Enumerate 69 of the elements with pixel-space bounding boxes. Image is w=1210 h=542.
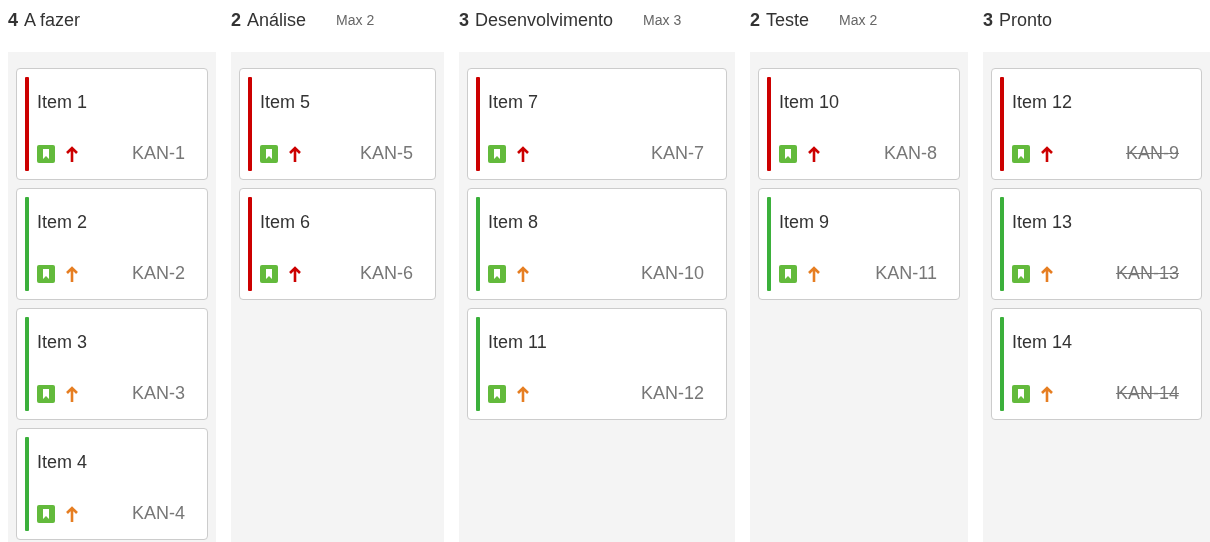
issue-title: Item 9: [779, 211, 831, 234]
column-limit: Max 2: [336, 10, 375, 30]
issue-count: 2: [750, 8, 760, 32]
issue-title: Item 5: [260, 91, 312, 114]
bookmark-icon: [37, 384, 55, 403]
bookmark-icon: [260, 144, 278, 163]
column-title: Análise: [247, 8, 307, 32]
issue-key[interactable]: KAN-5: [360, 140, 425, 167]
issue-key[interactable]: KAN-8: [884, 140, 949, 167]
issue-card[interactable]: Item 12 KAN-9: [991, 68, 1202, 180]
bookmark-icon: [779, 144, 797, 163]
issue-card[interactable]: Item 2 KAN-2: [16, 188, 208, 300]
issue-title: Item 1: [37, 91, 89, 114]
column-title: Pronto: [999, 8, 1053, 32]
issue-key[interactable]: KAN-12: [640, 380, 716, 407]
issue-card[interactable]: Item 7 KAN-7: [467, 68, 727, 180]
issue-card[interactable]: Item 9 KAN-11: [758, 188, 960, 300]
column-limit: Max 2: [839, 10, 878, 30]
issue-title: Item 6: [260, 211, 312, 234]
bookmark-icon: [488, 144, 506, 163]
bookmark-icon: [488, 264, 506, 283]
issue-count: 3: [459, 8, 469, 32]
issue-key[interactable]: KAN-14: [1115, 380, 1191, 407]
issue-card[interactable]: Item 10 KAN-8: [758, 68, 960, 180]
issue-card[interactable]: Item 3 KAN-3: [16, 308, 208, 420]
issue-card[interactable]: Item 11 KAN-12: [467, 308, 727, 420]
issue-title: Item 11: [488, 331, 548, 354]
issue-title: Item 14: [1012, 331, 1074, 354]
issue-card[interactable]: Item 8 KAN-10: [467, 188, 727, 300]
issue-key[interactable]: KAN-2: [132, 260, 197, 287]
issue-key[interactable]: KAN-9: [1126, 140, 1191, 167]
column-title: Desenvolvimento: [475, 8, 614, 32]
issue-title: Item 13: [1012, 211, 1074, 234]
issue-card[interactable]: Item 4 KAN-4: [16, 428, 208, 540]
issue-count: 4: [8, 8, 18, 32]
column-limit: Max 3: [643, 10, 682, 30]
column-title: Teste: [766, 8, 810, 32]
issue-title: Item 12: [1012, 91, 1074, 114]
issue-title: Item 7: [488, 91, 540, 114]
issue-count: 2: [231, 8, 241, 32]
issue-card[interactable]: Item 1 KAN-1: [16, 68, 208, 180]
issue-key[interactable]: KAN-3: [132, 380, 197, 407]
issue-title: Item 10: [779, 91, 841, 114]
issue-title: Item 2: [37, 211, 89, 234]
issue-title: Item 3: [37, 331, 89, 354]
issue-key[interactable]: KAN-1: [132, 140, 197, 167]
issue-title: Item 4: [37, 451, 89, 474]
bookmark-icon: [37, 144, 55, 163]
issue-key[interactable]: KAN-10: [640, 260, 716, 287]
issue-key[interactable]: KAN-11: [875, 260, 949, 287]
bookmark-icon: [488, 384, 506, 403]
bookmark-icon: [37, 504, 55, 523]
bookmark-icon: [779, 264, 797, 283]
issue-key[interactable]: KAN-4: [132, 500, 197, 527]
issue-card[interactable]: Item 6 KAN-6: [239, 188, 436, 300]
bookmark-icon: [37, 264, 55, 283]
issue-key[interactable]: KAN-13: [1115, 260, 1191, 287]
issue-card[interactable]: Item 14 KAN-14: [991, 308, 1202, 420]
issue-key[interactable]: KAN-7: [651, 140, 716, 167]
bookmark-icon: [1012, 144, 1030, 163]
issue-count: 3: [983, 8, 993, 32]
issue-card[interactable]: Item 5 KAN-5: [239, 68, 436, 180]
issue-key[interactable]: KAN-6: [360, 260, 425, 287]
bookmark-icon: [1012, 384, 1030, 403]
issue-title: Item 8: [488, 211, 540, 234]
bookmark-icon: [1012, 264, 1030, 283]
bookmark-icon: [260, 264, 278, 283]
column-title: A fazer: [24, 8, 81, 32]
issue-card[interactable]: Item 13 KAN-13: [991, 188, 1202, 300]
